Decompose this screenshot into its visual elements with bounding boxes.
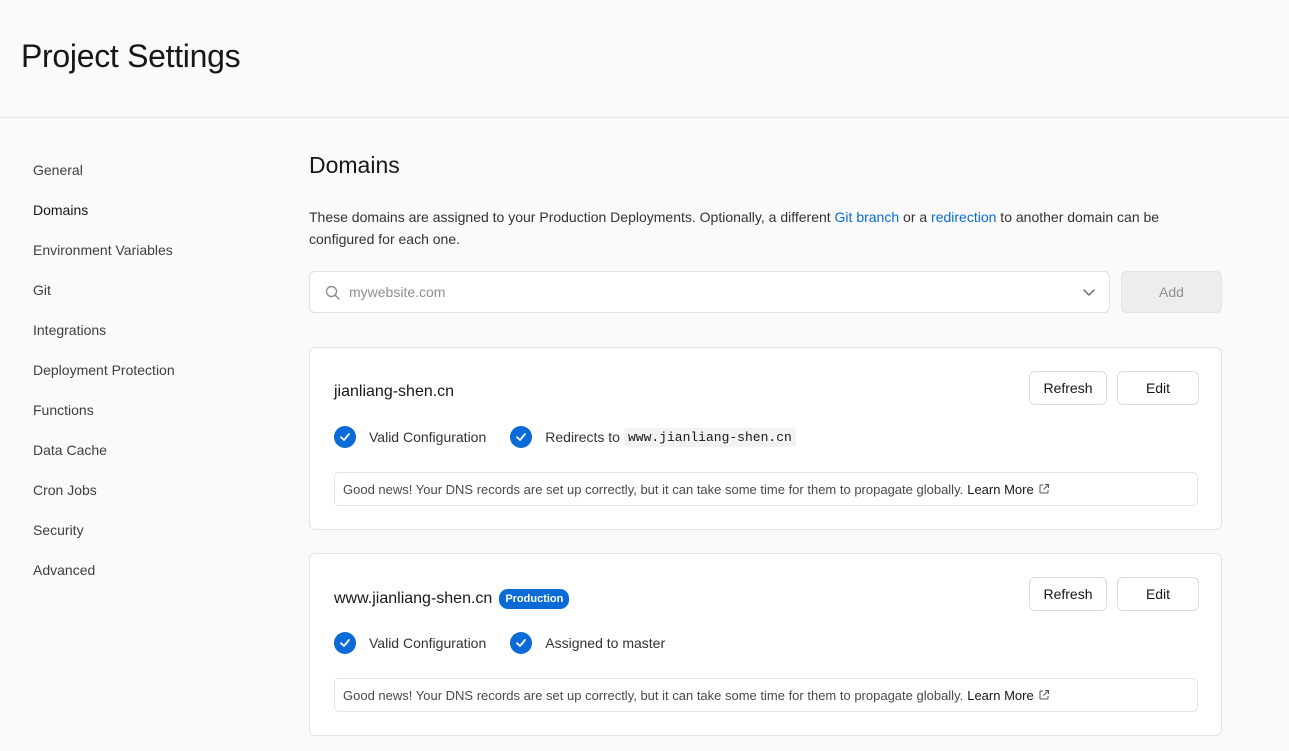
- learn-more-label: Learn More: [967, 481, 1034, 497]
- sidebar-item-domains[interactable]: Domains: [33, 202, 88, 218]
- domains-description: These domains are assigned to your Produ…: [309, 206, 1209, 250]
- redirect-target: www.jianliang-shen.cn: [623, 427, 796, 447]
- dns-notice: Good news! Your DNS records are set up c…: [334, 678, 1198, 712]
- refresh-button[interactable]: Refresh: [1029, 371, 1107, 405]
- check-circle-icon: [510, 632, 533, 654]
- top-header: Project Settings: [0, 0, 1289, 118]
- status-row: Valid Configuration Assigned to master: [334, 631, 689, 655]
- check-circle-icon: [334, 426, 356, 448]
- status-row: Valid Configuration Redirects to www.jia…: [334, 425, 820, 449]
- domain-name: www.jianliang-shen.cn Production: [334, 589, 570, 609]
- status-label: Redirects to: [545, 429, 620, 445]
- section-title: Domains: [309, 152, 400, 178]
- external-link-icon: [1039, 690, 1049, 700]
- status-label: Valid Configuration: [369, 429, 487, 445]
- status-assigned-branch: Assigned to master: [510, 632, 665, 654]
- check-circle-icon: [334, 632, 356, 654]
- production-badge: Production: [499, 589, 570, 609]
- edit-button[interactable]: Edit: [1117, 371, 1199, 405]
- description-text: or a: [899, 209, 932, 225]
- check-circle-icon: [510, 426, 533, 448]
- domain-name-text: www.jianliang-shen.cn: [334, 590, 493, 607]
- refresh-button[interactable]: Refresh: [1029, 577, 1107, 611]
- domain-name: jianliang-shen.cn: [334, 383, 454, 401]
- edit-button[interactable]: Edit: [1117, 577, 1199, 611]
- sidebar-item-cron-jobs[interactable]: Cron Jobs: [33, 482, 97, 498]
- domain-name-text: jianliang-shen.cn: [334, 383, 455, 400]
- sidebar-item-advanced[interactable]: Advanced: [33, 562, 95, 578]
- domain-card: jianliang-shen.cn Refresh Edit Valid Con…: [309, 347, 1222, 530]
- learn-more-label: Learn More: [967, 687, 1034, 703]
- status-valid-configuration: Valid Configuration: [334, 426, 486, 448]
- status-redirect: Redirects to www.jianliang-shen.cn: [510, 426, 796, 448]
- chevron-down-icon[interactable]: [1081, 284, 1097, 300]
- page-title: Project Settings: [21, 38, 241, 74]
- domain-search-box[interactable]: [309, 271, 1110, 313]
- notice-text: Good news! Your DNS records are set up c…: [343, 687, 964, 703]
- domain-search-input[interactable]: [349, 281, 1049, 303]
- dns-notice: Good news! Your DNS records are set up c…: [334, 472, 1198, 506]
- add-domain-button[interactable]: Add: [1121, 271, 1222, 313]
- domain-card: www.jianliang-shen.cn Production Refresh…: [309, 553, 1222, 736]
- status-label: Assigned to master: [545, 635, 666, 651]
- sidebar-item-integrations[interactable]: Integrations: [33, 322, 106, 338]
- notice-text: Good news! Your DNS records are set up c…: [343, 481, 964, 497]
- external-link-icon: [1039, 484, 1049, 494]
- learn-more-link[interactable]: Learn More: [967, 482, 1049, 497]
- settings-layout: General Domains Environment Variables Gi…: [0, 118, 1289, 751]
- sidebar-item-functions[interactable]: Functions: [33, 402, 94, 418]
- sidebar-item-git[interactable]: Git: [33, 282, 51, 298]
- sidebar-item-security[interactable]: Security: [33, 522, 84, 538]
- status-valid-configuration: Valid Configuration: [334, 632, 486, 654]
- sidebar-item-data-cache[interactable]: Data Cache: [33, 442, 107, 458]
- git-branch-link[interactable]: Git branch: [835, 209, 900, 225]
- redirection-link[interactable]: redirection: [931, 209, 996, 225]
- sidebar-item-deployment-protection[interactable]: Deployment Protection: [33, 362, 175, 378]
- description-text: These domains are assigned to your Produ…: [309, 209, 835, 225]
- learn-more-link[interactable]: Learn More: [967, 688, 1049, 703]
- sidebar-item-general[interactable]: General: [33, 162, 83, 178]
- search-icon: [325, 285, 340, 300]
- sidebar-item-environment-variables[interactable]: Environment Variables: [33, 242, 173, 258]
- status-label: Valid Configuration: [369, 635, 487, 651]
